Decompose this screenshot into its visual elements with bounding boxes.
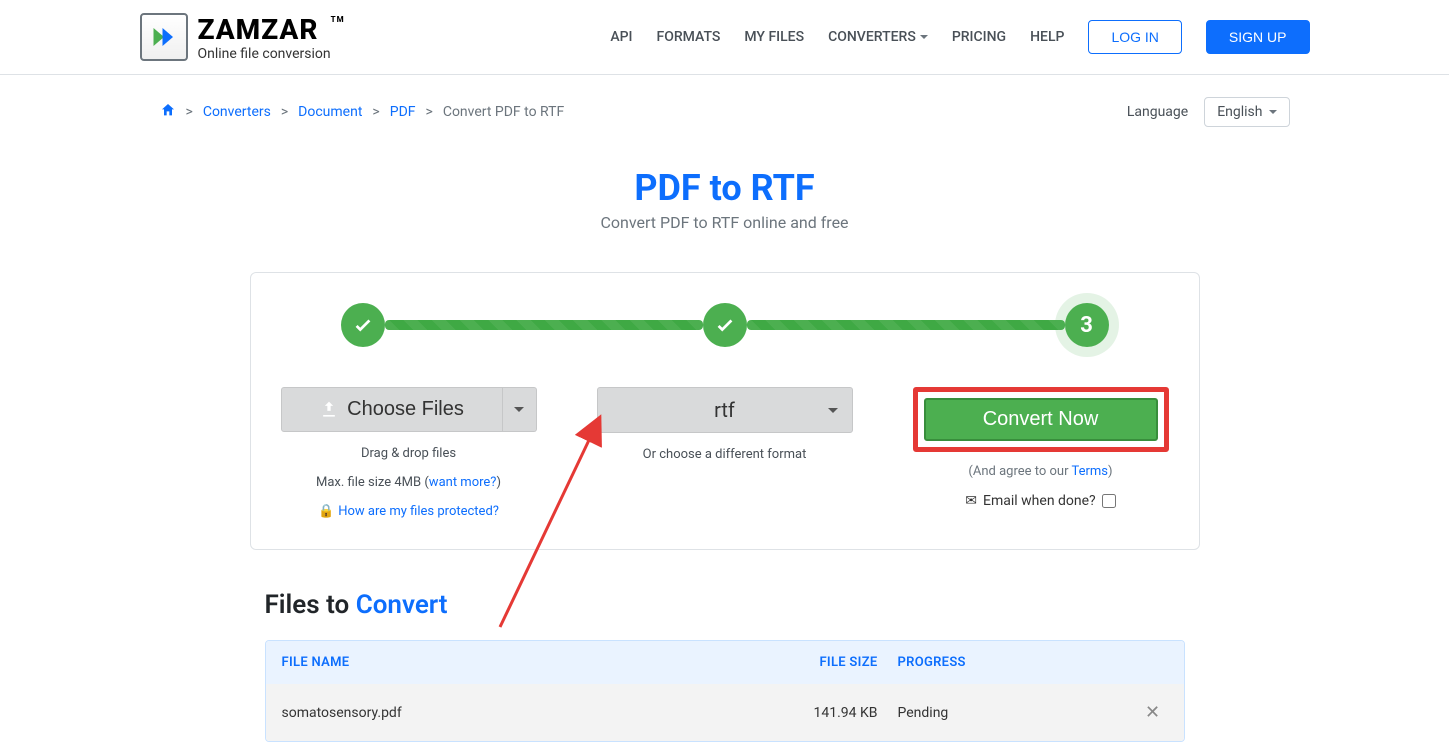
col-file-name: FILE NAME [282, 655, 788, 670]
col-progress: PROGRESS [898, 655, 1138, 670]
home-icon[interactable] [160, 102, 176, 122]
crumb-converters[interactable]: Converters [203, 104, 271, 120]
crumb-pdf[interactable]: PDF [390, 104, 416, 120]
convert-highlight: Convert Now [913, 387, 1169, 452]
step-2-done [703, 303, 747, 347]
nav-links: API FORMATS MY FILES CONVERTERS PRICING … [610, 20, 1309, 54]
page-subtitle: Convert PDF to RTF online and free [0, 213, 1449, 232]
protection-hint: 🔒 How are my files protected? [318, 504, 499, 519]
nav-api[interactable]: API [610, 29, 632, 45]
remove-file-button[interactable]: ✕ [1138, 702, 1168, 723]
login-button[interactable]: LOG IN [1088, 20, 1181, 54]
step-3-current: 3 [1065, 303, 1109, 347]
language-label: Language [1127, 104, 1188, 120]
choose-files-button[interactable]: Choose Files [281, 387, 503, 432]
nav-converters[interactable]: CONVERTERS [828, 29, 928, 45]
email-when-done[interactable]: ✉ Email when done? [965, 493, 1115, 509]
breadcrumb: > Converters > Document > PDF > Convert … [160, 102, 565, 122]
col-file-size: FILE SIZE [788, 655, 898, 670]
stepper: 3 [341, 303, 1109, 347]
files-protected-link[interactable]: How are my files protected? [338, 504, 499, 519]
logo-icon [140, 13, 188, 61]
nav-help[interactable]: HELP [1030, 29, 1064, 45]
step-1-done [341, 303, 385, 347]
nav-myfiles[interactable]: MY FILES [744, 29, 804, 45]
email-checkbox[interactable] [1102, 494, 1116, 508]
files-title: Files to Convert [265, 590, 1185, 620]
signup-button[interactable]: SIGN UP [1206, 20, 1310, 54]
converter-card: 3 Choose Files Drag & drop files Max. fi… [250, 272, 1200, 550]
file-size: 141.94 KB [788, 705, 898, 721]
file-progress: Pending [898, 705, 1138, 721]
files-table: FILE NAME FILE SIZE PROGRESS somatosenso… [265, 640, 1185, 742]
language-select[interactable]: English [1204, 97, 1289, 127]
upload-icon [319, 400, 339, 420]
convert-now-button[interactable]: Convert Now [924, 398, 1158, 441]
choose-files-dropdown[interactable] [503, 387, 537, 432]
format-hint: Or choose a different format [643, 447, 807, 462]
lock-icon: 🔒 [318, 504, 334, 519]
nav-formats[interactable]: FORMATS [657, 29, 721, 45]
format-select[interactable]: rtf [597, 387, 853, 433]
logo-sub-text: Online file conversion [198, 46, 331, 62]
top-nav: ZAMZARTM Online file conversion API FORM… [0, 0, 1449, 75]
terms-link[interactable]: Terms [1071, 464, 1108, 479]
crumb-current: Convert PDF to RTF [443, 104, 564, 120]
hero: PDF to RTF Convert PDF to RTF online and… [0, 167, 1449, 232]
logo-main-text: ZAMZARTM [198, 13, 331, 46]
mail-icon: ✉ [965, 493, 977, 509]
crumb-document[interactable]: Document [298, 104, 362, 120]
file-name: somatosensory.pdf [282, 705, 788, 721]
drag-drop-hint: Drag & drop files [361, 446, 456, 461]
logo[interactable]: ZAMZARTM Online file conversion [140, 13, 331, 62]
max-size-hint: Max. file size 4MB (want more?) [316, 475, 501, 490]
want-more-link[interactable]: want more? [429, 475, 497, 490]
page-title: PDF to RTF [0, 167, 1449, 209]
nav-pricing[interactable]: PRICING [952, 29, 1006, 45]
table-row: somatosensory.pdf 141.94 KB Pending ✕ [266, 684, 1184, 741]
terms-agree: (And agree to our Terms) [968, 464, 1112, 479]
